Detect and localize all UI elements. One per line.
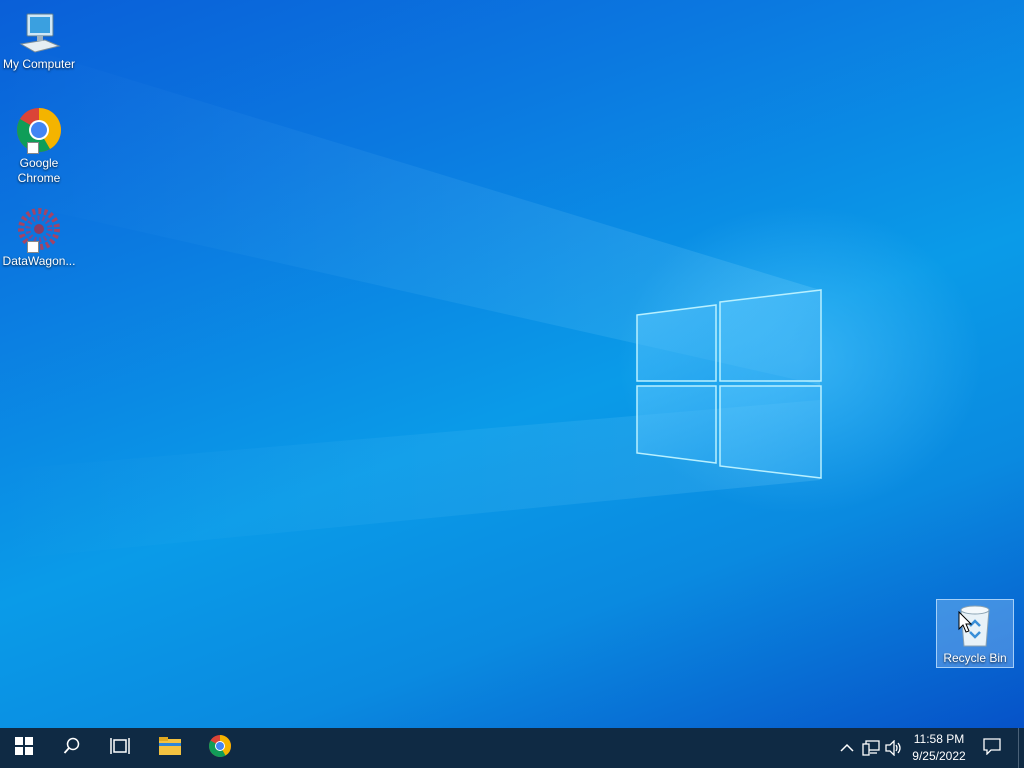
datawagon-icon [15,205,63,253]
desktop-icon-google-chrome[interactable]: Google Chrome [0,106,78,186]
shortcut-arrow-icon [27,142,39,154]
chrome-icon [15,106,63,154]
volume-icon[interactable] [884,738,904,758]
task-view-icon [110,737,130,760]
taskbar-chrome-button[interactable] [196,728,244,768]
desktop[interactable]: My Computer Google Chrome DataWagon... R… [0,0,1024,728]
clock-date: 9/25/2022 [912,749,966,763]
wallpaper-windows-logo [0,40,822,560]
clock[interactable]: 11:58 PM 9/25/2022 [904,731,974,765]
show-desktop-button[interactable] [1018,728,1024,768]
task-view-button[interactable] [96,728,144,768]
taskbar: 11:58 PM 9/25/2022 [0,728,1024,768]
mouse-cursor-icon [958,611,972,633]
windows-start-icon [15,736,33,760]
file-explorer-button[interactable] [146,728,194,768]
desktop-icon-datawagon[interactable]: DataWagon... [0,205,78,269]
network-icon[interactable] [861,738,881,758]
clock-time: 11:58 PM [913,732,965,746]
desktop-icon-label: DataWagon... [2,254,76,268]
computer-icon [15,8,63,56]
notification-button[interactable] [968,728,1016,768]
desktop-icon-label: Google Chrome [17,156,61,185]
desktop-icon-label: Recycle Bin [943,651,1007,665]
search-button[interactable] [48,728,96,768]
desktop-icon-my-computer[interactable]: My Computer [0,8,78,72]
notification-icon [983,737,1001,760]
start-button[interactable] [0,728,48,768]
chrome-icon [208,734,232,763]
desktop-icon-label: My Computer [2,57,76,71]
shortcut-arrow-icon [27,241,39,253]
search-icon [63,737,81,760]
file-explorer-icon [158,736,182,761]
chevron-up-icon[interactable] [837,738,857,758]
desktop-icon-recycle-bin[interactable]: Recycle Bin [936,599,1014,668]
